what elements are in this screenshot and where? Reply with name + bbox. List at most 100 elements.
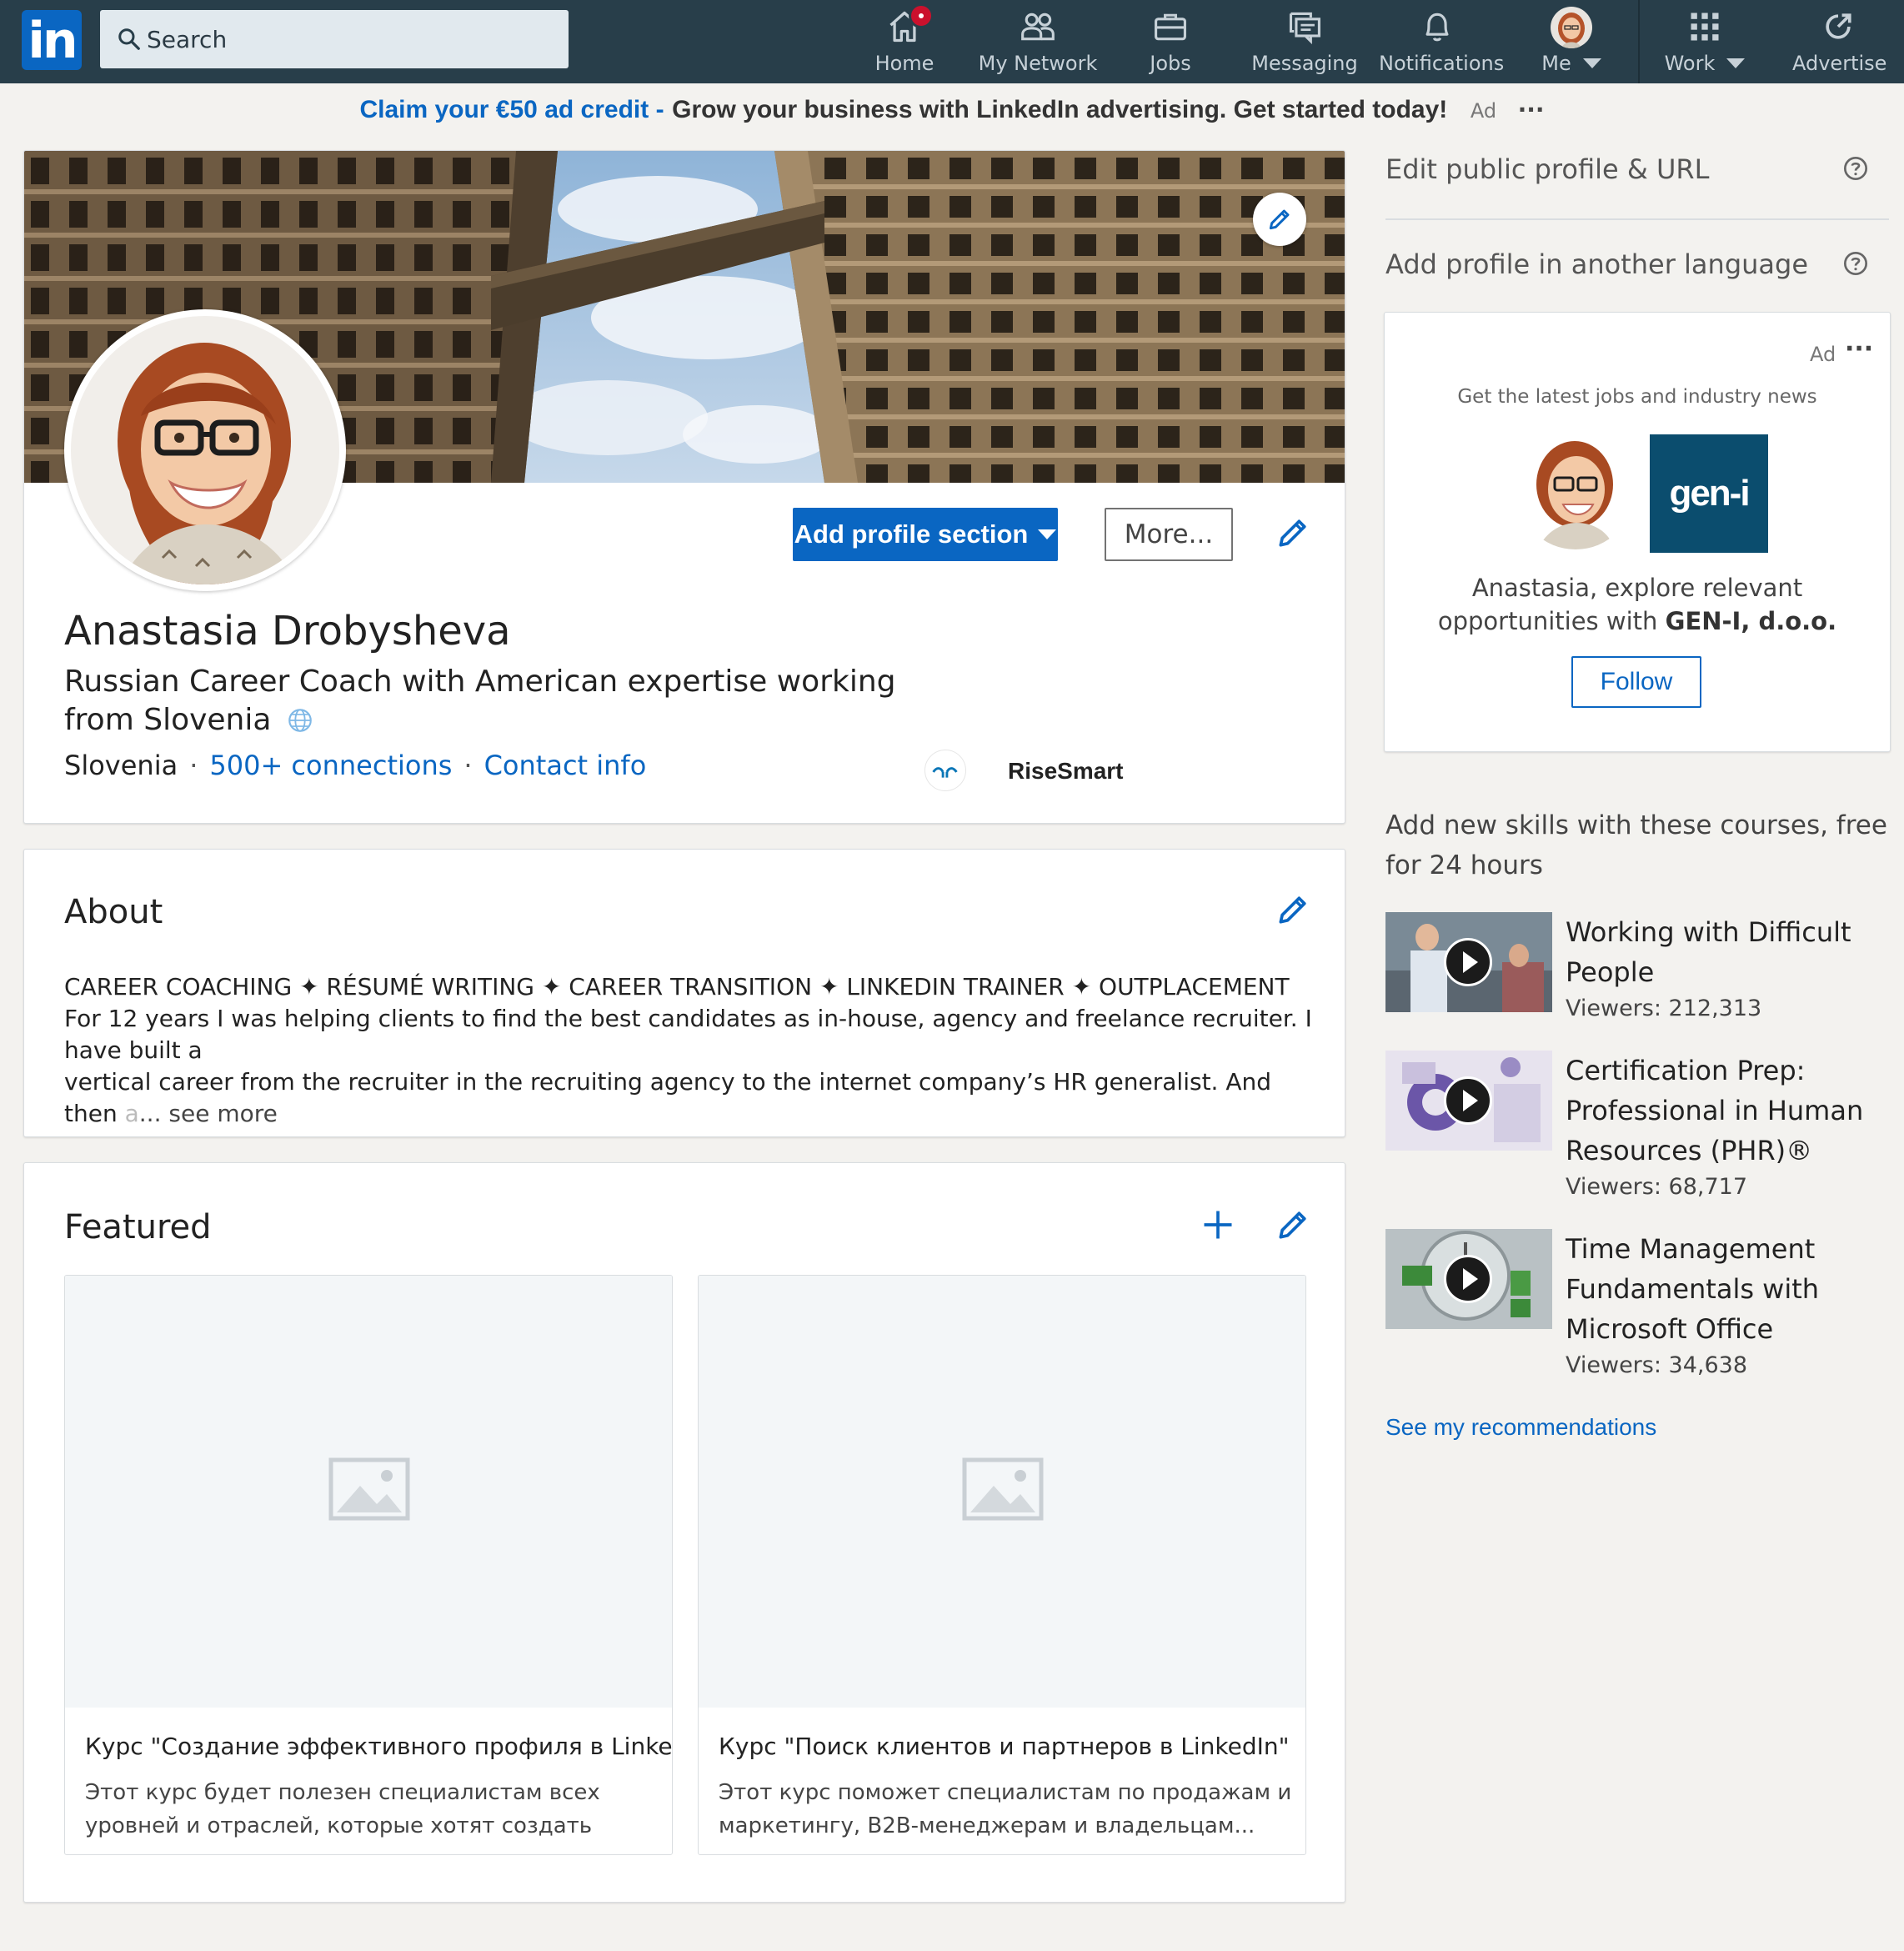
nav-jobs[interactable]: Jobs [1134,0,1207,83]
image-placeholder-icon [962,1457,1044,1521]
chevron-down-icon [1726,58,1746,68]
separator: · [463,750,473,781]
more-options-icon[interactable]: ··· [1845,334,1873,364]
help-icon[interactable] [1842,155,1869,182]
nav-messaging[interactable]: Messaging [1250,0,1359,83]
top-nav: in Home My Network Jobs [0,0,1904,83]
featured-item[interactable]: Курс "Поиск клиентов и партнеров в Linke… [698,1275,1306,1855]
nav-advertise-label: Advertise [1792,52,1887,75]
add-profile-section-label: Add profile section [794,519,1029,549]
search-icon [118,28,140,50]
divider [1385,218,1889,220]
course-viewers: Viewers: 34,638 [1566,1352,1748,1378]
nav-notifications[interactable]: Notifications [1379,0,1505,83]
course-title: Certification Prep: Professional in Huma… [1566,1055,1864,1166]
nav-work[interactable]: Work [1659,0,1751,83]
profile-card: Add profile section More... Anastasia Dr… [23,150,1345,824]
nav-home[interactable]: Home [864,0,945,83]
globe-icon[interactable] [286,706,314,735]
connections-link[interactable]: 500+ connections [209,750,452,781]
course-item[interactable]: Time Management Fundamentals with Micros… [1385,1229,1894,1387]
ad-label: Ad [1810,343,1836,366]
bell-icon [1425,13,1449,42]
about-line: For 12 years I was helping clients to fi… [64,1005,1312,1064]
location-line: Slovenia · 500+ connections · Contact info [64,750,646,781]
my-network-icon [1021,13,1055,41]
jobs-icon [1155,13,1186,41]
avatar [1551,7,1592,48]
featured-item-desc: Этот курс поможет специалистам по продаж… [719,1780,1292,1838]
course-title: Working with Difficult People [1566,916,1851,988]
featured-thumbnail [699,1276,1305,1708]
about-card: About CAREER COACHING ✦ RÉSUMÉ WRITING ✦… [23,849,1345,1137]
nav-me[interactable]: Me [1526,0,1617,83]
more-options-icon[interactable]: ··· [1518,96,1545,123]
featured-title: Featured [64,1208,212,1246]
featured-card: Featured Курс "Создание эффективного про… [23,1162,1345,1903]
profile-photo-image [71,316,339,584]
ad-company-name: GEN-I, d.o.o. [1665,607,1837,635]
course-item[interactable]: Certification Prep: Professional in Huma… [1385,1051,1894,1209]
messaging-icon [1289,12,1320,45]
add-profile-section-button[interactable]: Add profile section [793,508,1058,561]
help-icon[interactable] [1842,250,1869,277]
nav-home-label: Home [874,52,934,75]
edit-public-profile-link[interactable]: Edit public profile & URL [1385,153,1709,185]
follow-button[interactable]: Follow [1571,656,1701,708]
nav-messaging-label: Messaging [1251,52,1358,75]
edit-cover-button[interactable] [1253,193,1306,246]
search-input[interactable] [147,10,555,68]
chevron-down-icon [1582,58,1601,68]
featured-thumbnail [65,1276,672,1708]
separator: · [189,750,198,781]
nav-advertise[interactable]: Advertise [1792,0,1887,83]
course-item[interactable]: Working with Difficult People Viewers: 2… [1385,912,1894,1029]
about-text: CAREER COACHING ✦ RÉSUMÉ WRITING ✦ CAREE… [64,971,1315,1130]
nav-work-label: Work [1664,52,1716,75]
ad-tagline: Get the latest jobs and industry news [1457,386,1817,408]
about-fade-text: a [124,1100,139,1127]
nav-me-label: Me [1541,52,1571,75]
profile-name: Anastasia Drobysheva [64,608,511,655]
play-icon[interactable] [1444,1076,1492,1125]
grid-icon [1691,13,1719,41]
play-icon[interactable] [1444,938,1492,986]
follow-ad-card: Ad ··· Get the latest jobs and industry … [1384,312,1891,752]
ad-message[interactable]: Grow your business with LinkedIn adverti… [672,96,1447,123]
edit-featured-pencil-icon[interactable] [1275,1206,1311,1243]
featured-item[interactable]: Курс "Создание эффективного профиля в Li… [64,1275,673,1855]
about-line: CAREER COACHING ✦ RÉSUMÉ WRITING ✦ CAREE… [64,973,1290,1001]
user-avatar [1516,431,1635,549]
profile-photo[interactable] [64,309,346,591]
nav-jobs-label: Jobs [1150,52,1191,75]
linkedin-logo[interactable]: in [22,10,82,70]
advertise-icon [1826,13,1851,39]
edit-about-pencil-icon[interactable] [1275,891,1311,928]
nav-divider [1638,0,1640,83]
add-language-profile-link[interactable]: Add profile in another language [1385,248,1808,280]
notification-badge [909,3,934,28]
gen-i-logo[interactable]: gen-i [1650,434,1768,553]
course-viewers: Viewers: 212,313 [1566,996,1762,1021]
search-box[interactable] [100,10,569,68]
edit-intro-pencil-icon[interactable] [1275,514,1311,551]
course-viewers: Viewers: 68,717 [1566,1174,1748,1200]
more-button[interactable]: More... [1105,508,1233,561]
see-more-link[interactable]: ... see more [139,1100,278,1127]
see-recommendations-link[interactable]: See my recommendations [1385,1414,1656,1441]
location: Slovenia [64,750,178,781]
pencil-icon [1269,209,1290,230]
nav-notifications-label: Notifications [1379,52,1505,75]
ad-claim-link[interactable]: Claim your €50 ad credit - [359,96,664,123]
about-title: About [64,893,163,931]
nav-my-network-label: My Network [978,52,1098,75]
add-icon[interactable] [1200,1206,1236,1243]
caret-down-icon [1038,529,1057,539]
profile-headline: Russian Career Coach with American exper… [64,665,896,737]
nav-my-network[interactable]: My Network [975,0,1100,83]
course-title: Time Management Fundamentals with Micros… [1566,1233,1820,1345]
risesmart-logo [924,750,966,791]
featured-item-title: Курс "Поиск клиентов и партнеров в Linke… [719,1733,1290,1760]
contact-info-link[interactable]: Contact info [484,750,647,781]
play-icon[interactable] [1444,1255,1492,1303]
